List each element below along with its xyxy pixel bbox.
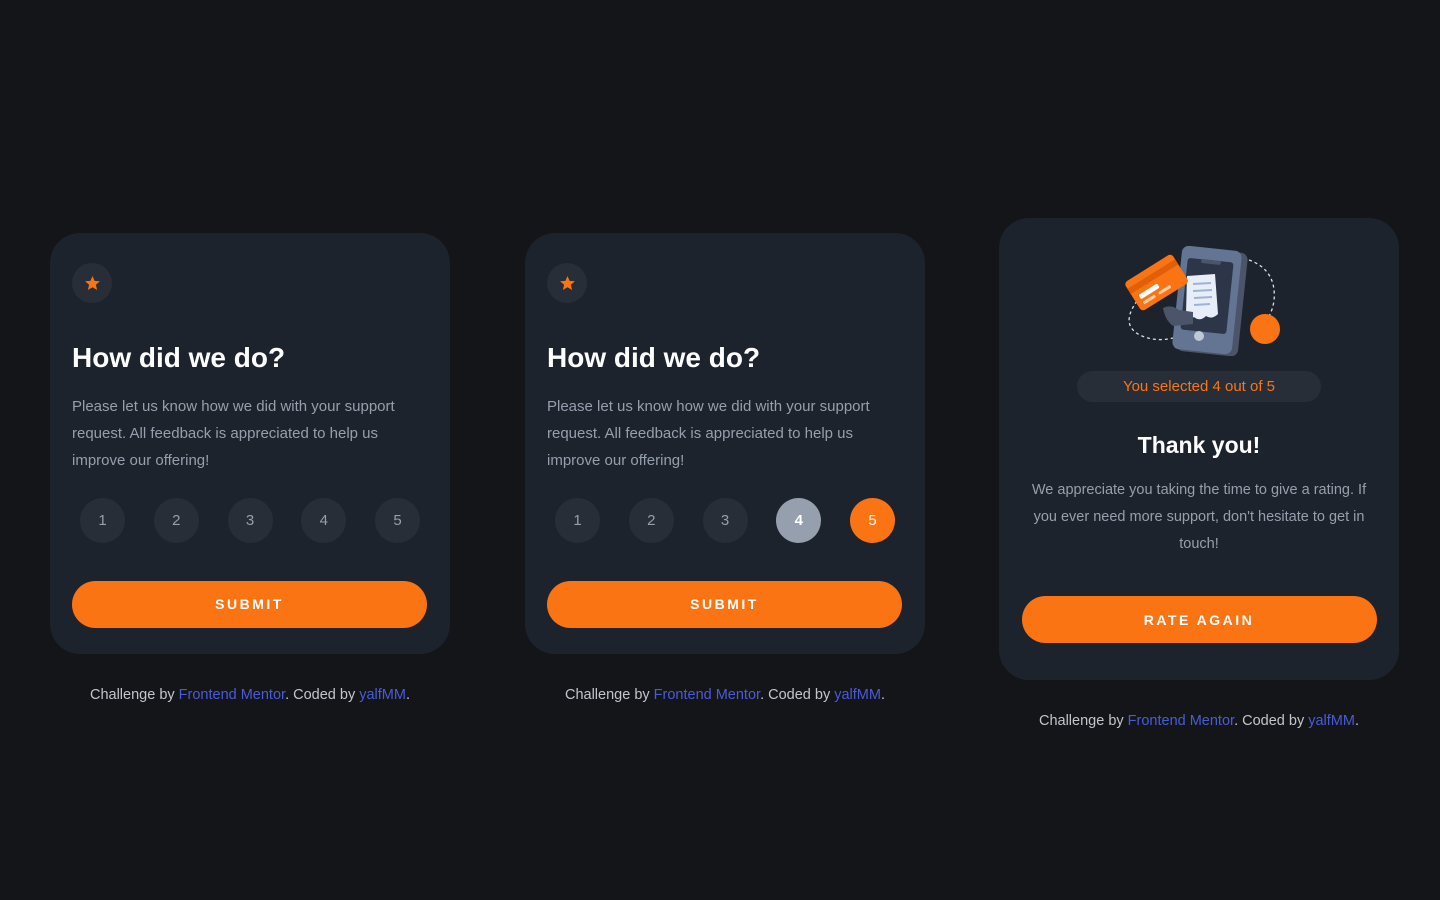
payment-phone-illustration bbox=[1125, 246, 1280, 356]
rating-button-3[interactable]: 3 bbox=[227, 497, 273, 543]
attribution-suffix: . bbox=[1354, 713, 1359, 729]
rate-again-button[interactable]: RATE AGAIN bbox=[1021, 596, 1377, 643]
attribution-middle: . Coded by bbox=[285, 687, 360, 703]
attribution-suffix: . bbox=[880, 687, 885, 703]
author-link[interactable]: yalfMM bbox=[1308, 713, 1355, 729]
attribution-prefix: Challenge by bbox=[1038, 713, 1128, 729]
author-link[interactable]: yalfMM bbox=[359, 687, 406, 703]
attribution-prefix: Challenge by bbox=[89, 687, 179, 703]
star-icon-container bbox=[72, 263, 112, 303]
card-description: Please let us know how we did with your … bbox=[72, 397, 395, 469]
star-icon bbox=[559, 275, 575, 290]
attribution-middle: . Coded by bbox=[1234, 713, 1309, 729]
attribution-prefix: Challenge by bbox=[564, 687, 654, 703]
rating-button-4[interactable]: 4 bbox=[301, 497, 347, 543]
attribution: Challenge by Frontend Mentor. Coded by y… bbox=[50, 687, 450, 703]
rating-button-1[interactable]: 1 bbox=[80, 497, 125, 543]
frontend-mentor-link[interactable]: Frontend Mentor bbox=[1128, 713, 1234, 729]
submit-button[interactable]: SUBMIT bbox=[72, 580, 427, 628]
thank-you-card: You selected 4 out of 5 Thank you! We ap… bbox=[999, 218, 1399, 680]
rating-button-2[interactable]: 2 bbox=[628, 497, 674, 543]
rating-options: 1 2 3 4 5 bbox=[555, 497, 895, 543]
submit-button[interactable]: SUBMIT bbox=[547, 580, 902, 628]
attribution-suffix: . bbox=[405, 687, 410, 703]
thank-you-title: Thank you! bbox=[1137, 432, 1261, 458]
attribution: Challenge by Frontend Mentor. Coded by y… bbox=[999, 713, 1399, 729]
rating-card-default: How did we do? Please let us know how we… bbox=[50, 233, 450, 654]
rating-options: 1 2 3 4 5 bbox=[80, 497, 420, 543]
selected-rating-badge: You selected 4 out of 5 bbox=[1076, 371, 1322, 402]
thank-you-description: We appreciate you taking the time to giv… bbox=[1031, 482, 1367, 552]
attribution-middle: . Coded by bbox=[760, 687, 835, 703]
rating-button-5-selected[interactable]: 5 bbox=[850, 497, 895, 543]
frontend-mentor-link[interactable]: Frontend Mentor bbox=[179, 687, 285, 703]
author-link[interactable]: yalfMM bbox=[834, 687, 881, 703]
attribution: Challenge by Frontend Mentor. Coded by y… bbox=[525, 687, 925, 703]
frontend-mentor-link[interactable]: Frontend Mentor bbox=[654, 687, 760, 703]
rating-button-2[interactable]: 2 bbox=[153, 497, 199, 543]
star-icon-container bbox=[547, 263, 587, 303]
card-description: Please let us know how we did with your … bbox=[547, 397, 870, 469]
star-icon bbox=[84, 275, 100, 290]
rating-button-1[interactable]: 1 bbox=[555, 497, 600, 543]
rating-button-5[interactable]: 5 bbox=[375, 497, 420, 543]
rating-card-selected: How did we do? Please let us know how we… bbox=[525, 233, 925, 654]
card-title: How did we do? bbox=[547, 342, 761, 373]
rating-button-4-hovered[interactable]: 4 bbox=[776, 497, 822, 543]
card-title: How did we do? bbox=[72, 342, 286, 373]
rating-button-3[interactable]: 3 bbox=[702, 497, 748, 543]
